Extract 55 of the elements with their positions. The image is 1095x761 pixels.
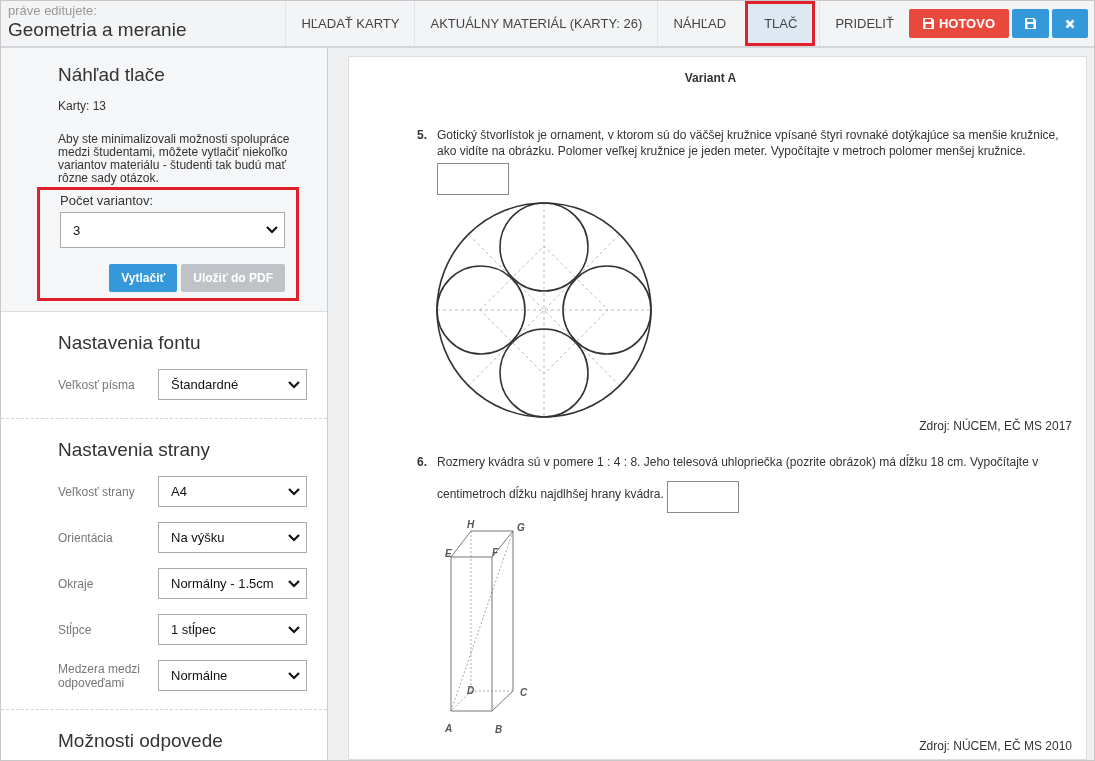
source-text: Zdroj: NÚCEM, EČ MS 2010 [918, 739, 1072, 753]
close-icon [1065, 18, 1075, 29]
description-text: Aby ste minimalizovali možnosti spolupráce medzi študentami, môžete vytlačiť niekoľko variantov materiálu - študenti tak budú mať rôzne sady otázok. [58, 133, 291, 185]
chevron-down-icon [266, 226, 278, 234]
option-select[interactable]: Normálne [158, 660, 307, 691]
done-button[interactable]: HOTOVO [908, 9, 1009, 38]
vertex-label: C [520, 687, 528, 698]
field-label: Stĺpce [58, 622, 93, 637]
variant-title: Variant A [683, 71, 738, 85]
section-title: Možnosti odpovede [58, 730, 224, 752]
question-text: Rozmery kvádra sú v pomere 1 : 4 : 8. Jeho telesová uhlopriečka (pozrite obrázok) má dĺžku 18 cm. Vypočítajte v centimetroch dĺžku najdlhšej hrany kvádra. [437, 447, 1072, 513]
nav-tab[interactable]: TLAČ [745, 1, 816, 46]
vertex-label: D [467, 685, 475, 696]
chevron-down-icon [288, 533, 300, 542]
chevron-down-icon [288, 579, 300, 588]
question-number: 6. [417, 454, 428, 471]
vertex-label: H [467, 519, 475, 530]
document-title: Geometria a meranie [8, 19, 188, 41]
question-text: Gotický štvorlístok je ornament, v ktorom sú do väčšej kružnice vpísané štyri rovnaké dotýkajúce sa menšie kružnice, ako vidíte na obrázku. Polomer veľkej kružnice je jeden meter. Vypočítajte v metroch polomer menšej kružnice. [437, 127, 1060, 159]
field-label: Medzera medzi odpoveďami [58, 661, 142, 690]
option-select[interactable]: Štandardné [158, 369, 307, 400]
option-select[interactable]: A4 [158, 476, 307, 507]
chevron-down-icon [288, 380, 300, 389]
answer-box[interactable] [667, 481, 740, 513]
section-title: Nastavenia strany [58, 439, 212, 461]
option-select[interactable]: 1 stĺpec [158, 614, 307, 645]
panel-title: Náhľad tlače [58, 64, 166, 86]
close-button[interactable] [1052, 9, 1088, 38]
nav-tab[interactable]: AKTUÁLNY MATERIÁL (KARTY: 26) [414, 1, 658, 46]
chevron-down-icon [288, 487, 300, 496]
editing-caption: práve editujete: [8, 3, 98, 18]
vertex-label: G [517, 522, 525, 533]
vertex-label: B [495, 724, 503, 735]
source-text: Zdroj: NÚCEM, EČ MS 2017 [918, 419, 1072, 433]
vertex-label: E [445, 548, 452, 559]
question-number: 5. [417, 127, 428, 144]
vertex-label: A [445, 723, 453, 734]
vertex-label: F [492, 547, 499, 558]
field-label: Orientácia [58, 530, 114, 545]
save-button[interactable] [1012, 9, 1049, 38]
nav-tab[interactable]: PRIDELIŤ [819, 1, 909, 46]
field-label: Veľkosť písma [58, 377, 136, 392]
option-select[interactable]: Normálny - 1.5cm [158, 568, 307, 599]
nav-tab[interactable]: HĽADAŤ KARTY [285, 1, 415, 46]
answer-box[interactable] [437, 163, 509, 195]
variants-select[interactable]: 3 [60, 212, 285, 248]
field-label: Veľkosť strany [58, 484, 136, 499]
chevron-down-icon [288, 671, 300, 680]
section-title: Nastavenia fontu [58, 332, 202, 354]
nav-tab[interactable]: NÁHĽAD [657, 1, 742, 46]
field-label: Okraje [58, 576, 95, 591]
chevron-down-icon [288, 625, 300, 634]
cards-count: Karty: 13 [58, 100, 108, 113]
option-select[interactable]: Na výšku [158, 522, 307, 553]
field-label: Počet variantov: [60, 193, 154, 208]
